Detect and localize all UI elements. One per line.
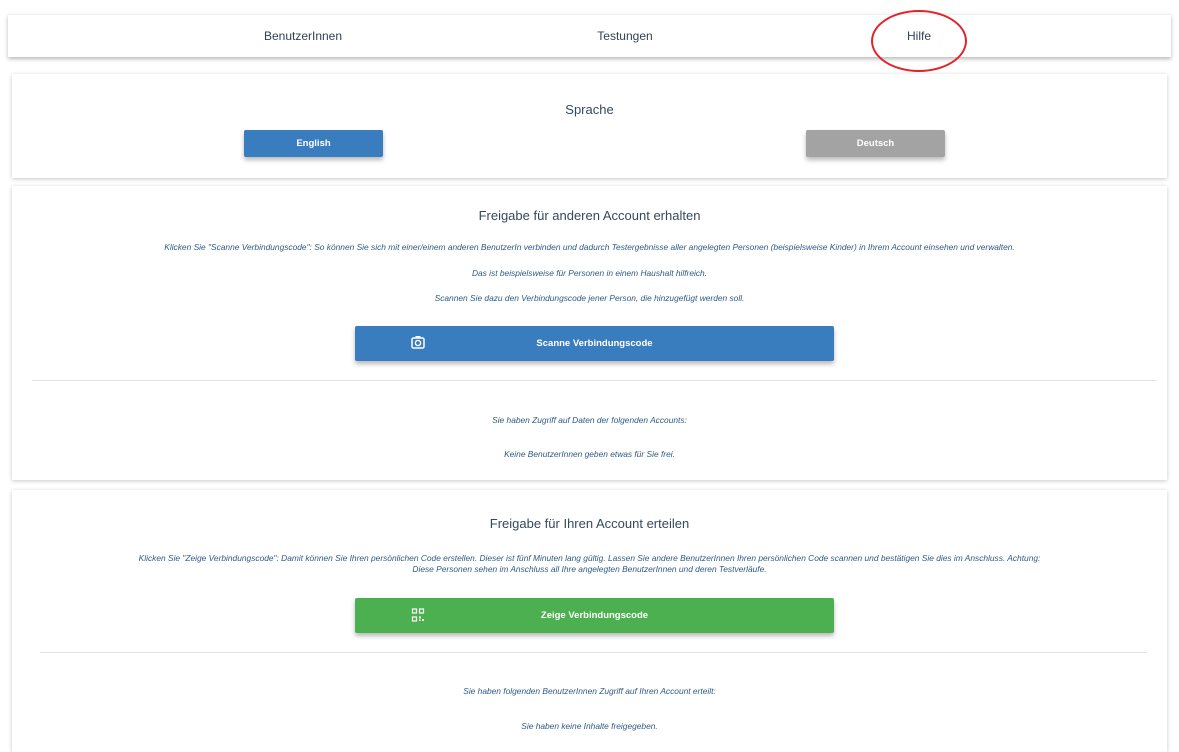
receive-instruction-line: Klicken Sie "Scanne Verbindungscode": So…	[164, 242, 1015, 252]
nav-tab-help[interactable]: Hilfe	[864, 15, 974, 57]
granted-heading: Sie haben folgenden BenutzerInnen Zugrif…	[463, 686, 716, 696]
access-heading: Sie haben Zugriff auf Daten der folgende…	[492, 415, 687, 425]
nav-tab-users[interactable]: BenutzerInnen	[238, 15, 368, 57]
camera-icon	[410, 326, 426, 361]
receive-share-card: Freigabe für anderen Account erhalten Kl…	[12, 186, 1167, 480]
receive-instruction-line: Scannen Sie dazu den Verbindungscode jen…	[434, 293, 745, 303]
scan-connection-code-button[interactable]: Scanne Verbindungscode	[355, 326, 834, 361]
top-navigation: BenutzerInnen Testungen Hilfe	[8, 14, 1171, 57]
grant-description-line: Klicken Sie "Zeige Verbindungscode": Dam…	[138, 553, 1041, 563]
scan-button-label: Scanne Verbindungscode	[536, 338, 653, 349]
receive-share-title: Freigabe für anderen Account erhalten	[478, 208, 701, 223]
section-divider	[32, 380, 1157, 381]
grant-share-title: Freigabe für Ihren Account erteilen	[489, 516, 690, 531]
show-connection-code-button[interactable]: Zeige Verbindungscode	[355, 598, 834, 633]
receive-instruction-line: Das ist beispielsweise für Personen in e…	[471, 268, 708, 278]
access-empty-message: Keine BenutzerInnen geben etwas für Sie …	[504, 449, 675, 459]
grant-description-line: Diese Personen sehen im Anschluss all Ih…	[412, 564, 767, 574]
show-button-label: Zeige Verbindungscode	[540, 610, 649, 621]
granted-empty-message: Sie haben keine Inhalte freigegeben.	[521, 721, 658, 731]
english-button[interactable]: English	[244, 130, 383, 157]
nav-tab-tests[interactable]: Testungen	[560, 15, 690, 57]
section-divider	[40, 652, 1147, 653]
grant-share-card: Freigabe für Ihren Account erteilen Klic…	[12, 490, 1167, 752]
qr-code-icon	[410, 598, 426, 633]
language-card: Sprache English Deutsch	[12, 74, 1167, 178]
language-title: Sprache	[565, 102, 614, 117]
deutsch-button[interactable]: Deutsch	[806, 130, 945, 157]
